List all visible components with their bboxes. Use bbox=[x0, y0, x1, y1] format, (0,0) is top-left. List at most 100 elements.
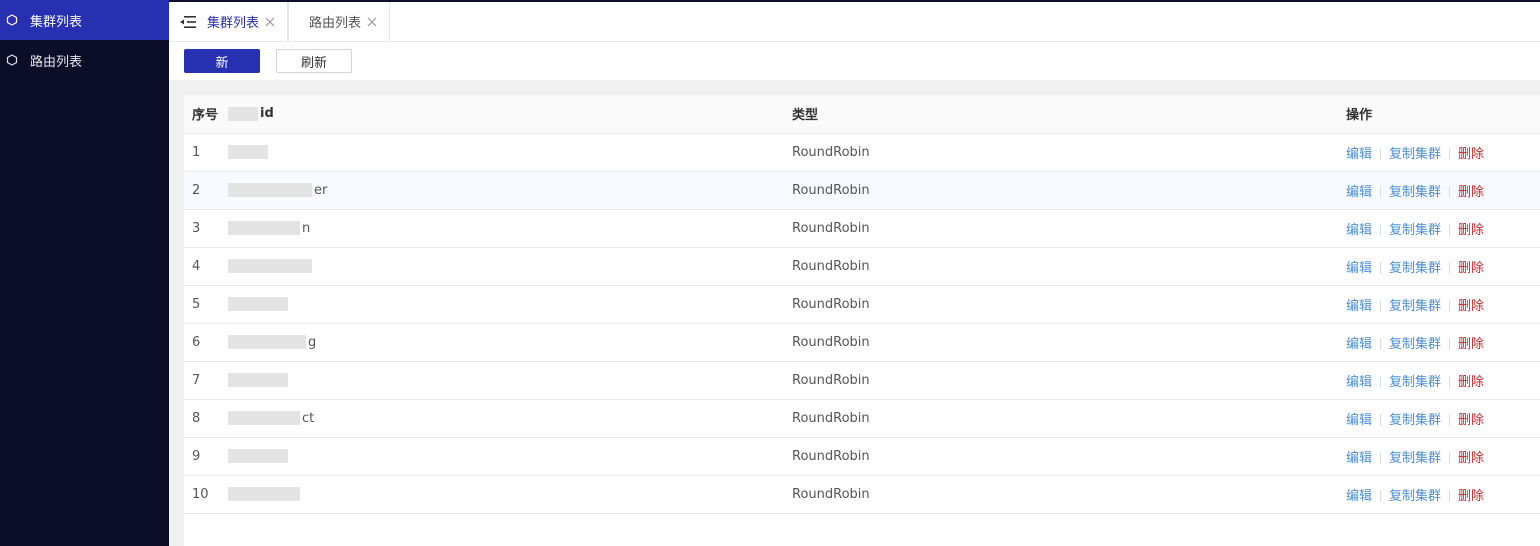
redacted-block bbox=[228, 335, 306, 349]
divider bbox=[1380, 224, 1382, 236]
delete-link[interactable]: 删除 bbox=[1458, 451, 1484, 466]
cell-id-tail: n bbox=[302, 220, 311, 236]
cell-index: 6 bbox=[184, 323, 220, 362]
tab-bar: 集群列表 路由列表 bbox=[169, 2, 1540, 42]
add-button[interactable]: 新 bbox=[184, 49, 260, 73]
edit-link[interactable]: 编辑 bbox=[1346, 489, 1372, 504]
table-row: 6 g RoundRobin 编辑 复制集群 删除 bbox=[184, 323, 1540, 362]
cell-ops: 编辑 复制集群 删除 bbox=[1338, 171, 1540, 210]
delete-link[interactable]: 删除 bbox=[1458, 223, 1484, 238]
divider bbox=[1449, 300, 1451, 312]
sidebar-item-route-list[interactable]: 路由列表 bbox=[0, 40, 169, 80]
tab-cluster-list[interactable]: 集群列表 bbox=[207, 2, 289, 41]
table-row: 2 er RoundRobin 编辑 复制集群 删除 bbox=[184, 171, 1540, 210]
cell-id bbox=[220, 133, 784, 172]
cell-type: RoundRobin bbox=[784, 171, 1338, 210]
divider bbox=[1449, 452, 1451, 464]
delete-link[interactable]: 删除 bbox=[1458, 413, 1484, 428]
copy-cluster-link[interactable]: 复制集群 bbox=[1389, 299, 1441, 314]
cell-type: RoundRobin bbox=[784, 437, 1338, 476]
edit-link[interactable]: 编辑 bbox=[1346, 413, 1372, 428]
refresh-button[interactable]: 刷新 bbox=[276, 49, 352, 73]
cell-type: RoundRobin bbox=[784, 475, 1338, 514]
table-row: 5 RoundRobin 编辑 复制集群 删除 bbox=[184, 285, 1540, 324]
edit-link[interactable]: 编辑 bbox=[1346, 223, 1372, 238]
close-icon[interactable] bbox=[367, 17, 377, 27]
main-area: 集群列表 路由列表 新 刷新 序号 id 类型 操作 1 RoundRobin … bbox=[169, 0, 1540, 546]
cell-ops: 编辑 复制集群 删除 bbox=[1338, 475, 1540, 514]
redacted-block bbox=[228, 106, 258, 121]
redacted-block bbox=[228, 145, 268, 159]
cell-ops: 编辑 复制集群 删除 bbox=[1338, 437, 1540, 476]
cell-id: ct bbox=[220, 399, 784, 438]
copy-cluster-link[interactable]: 复制集群 bbox=[1389, 147, 1441, 162]
cell-id bbox=[220, 247, 784, 286]
cell-type: RoundRobin bbox=[784, 247, 1338, 286]
cell-id: g bbox=[220, 323, 784, 362]
cell-id bbox=[220, 285, 784, 324]
cluster-table: 序号 id 类型 操作 1 RoundRobin 编辑 复制集群 删除 2 er RoundR… bbox=[184, 95, 1540, 514]
cell-type: RoundRobin bbox=[784, 323, 1338, 362]
edit-link[interactable]: 编辑 bbox=[1346, 147, 1372, 162]
cell-ops: 编辑 复制集群 删除 bbox=[1338, 285, 1540, 324]
cell-index: 9 bbox=[184, 437, 220, 476]
copy-cluster-link[interactable]: 复制集群 bbox=[1389, 337, 1441, 352]
divider bbox=[1380, 490, 1382, 502]
delete-link[interactable]: 删除 bbox=[1458, 185, 1484, 200]
edit-link[interactable]: 编辑 bbox=[1346, 185, 1372, 200]
edit-link[interactable]: 编辑 bbox=[1346, 299, 1372, 314]
table-row: 10 RoundRobin 编辑 复制集群 删除 bbox=[184, 475, 1540, 514]
menu-fold-icon[interactable] bbox=[169, 2, 207, 41]
copy-cluster-link[interactable]: 复制集群 bbox=[1389, 185, 1441, 200]
copy-cluster-link[interactable]: 复制集群 bbox=[1389, 223, 1441, 238]
table-row: 1 RoundRobin 编辑 复制集群 删除 bbox=[184, 133, 1540, 172]
divider bbox=[1380, 414, 1382, 426]
header-index: 序号 bbox=[184, 95, 220, 134]
divider bbox=[1449, 148, 1451, 160]
delete-link[interactable]: 删除 bbox=[1458, 489, 1484, 504]
divider bbox=[1380, 300, 1382, 312]
delete-link[interactable]: 删除 bbox=[1458, 299, 1484, 314]
redacted-block bbox=[228, 411, 300, 425]
divider bbox=[1380, 262, 1382, 274]
cell-ops: 编辑 复制集群 删除 bbox=[1338, 209, 1540, 248]
delete-link[interactable]: 删除 bbox=[1458, 261, 1484, 276]
redacted-block bbox=[228, 297, 288, 311]
delete-link[interactable]: 删除 bbox=[1458, 375, 1484, 390]
close-icon[interactable] bbox=[265, 17, 275, 27]
redacted-block bbox=[228, 259, 312, 273]
cell-ops: 编辑 复制集群 删除 bbox=[1338, 133, 1540, 172]
hexagon-icon bbox=[6, 54, 18, 66]
edit-link[interactable]: 编辑 bbox=[1346, 261, 1372, 276]
header-id-label: id bbox=[260, 106, 274, 122]
edit-link[interactable]: 编辑 bbox=[1346, 375, 1372, 390]
copy-cluster-link[interactable]: 复制集群 bbox=[1389, 261, 1441, 276]
cell-index: 4 bbox=[184, 247, 220, 286]
divider bbox=[1380, 186, 1382, 198]
divider bbox=[1449, 490, 1451, 502]
divider bbox=[1380, 452, 1382, 464]
redacted-block bbox=[228, 449, 288, 463]
table-row: 7 RoundRobin 编辑 复制集群 删除 bbox=[184, 361, 1540, 400]
copy-cluster-link[interactable]: 复制集群 bbox=[1389, 489, 1441, 504]
cell-type: RoundRobin bbox=[784, 361, 1338, 400]
sidebar-item-cluster-list[interactable]: 集群列表 bbox=[0, 0, 169, 40]
delete-link[interactable]: 删除 bbox=[1458, 337, 1484, 352]
redacted-block bbox=[228, 221, 300, 235]
cell-id bbox=[220, 437, 784, 476]
edit-link[interactable]: 编辑 bbox=[1346, 337, 1372, 352]
cell-type: RoundRobin bbox=[784, 209, 1338, 248]
redacted-block bbox=[228, 487, 300, 501]
copy-cluster-link[interactable]: 复制集群 bbox=[1389, 375, 1441, 390]
cell-type: RoundRobin bbox=[784, 399, 1338, 438]
delete-link[interactable]: 删除 bbox=[1458, 147, 1484, 162]
table-row: 8 ct RoundRobin 编辑 复制集群 删除 bbox=[184, 399, 1540, 438]
divider bbox=[1449, 338, 1451, 350]
toolbar: 新 刷新 bbox=[169, 42, 1540, 80]
copy-cluster-link[interactable]: 复制集群 bbox=[1389, 413, 1441, 428]
tab-route-list[interactable]: 路由列表 bbox=[288, 2, 391, 41]
sidebar: 集群列表 路由列表 bbox=[0, 0, 169, 546]
copy-cluster-link[interactable]: 复制集群 bbox=[1389, 451, 1441, 466]
cell-index: 1 bbox=[184, 133, 220, 172]
edit-link[interactable]: 编辑 bbox=[1346, 451, 1372, 466]
